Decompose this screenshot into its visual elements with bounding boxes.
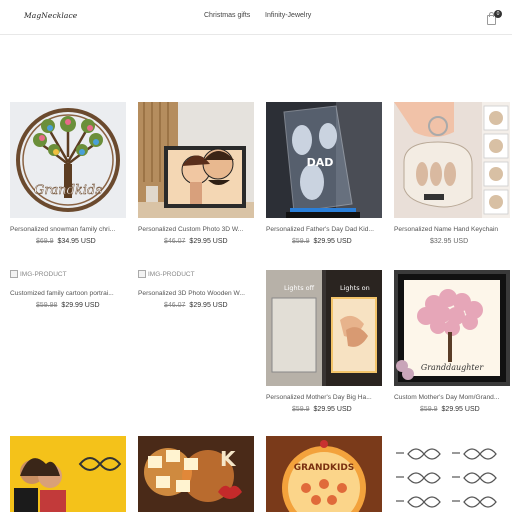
broken-product-image[interactable]: IMG-PRODUCT [10, 270, 67, 278]
site-logo[interactable]: MagNecklace [24, 11, 77, 20]
product-price: $32.95 USD [394, 238, 468, 245]
lights-on-label: Lights on [340, 284, 370, 292]
product-image[interactable]: K [138, 436, 254, 512]
broken-product-image[interactable]: IMG-PRODUCT [138, 270, 195, 278]
grandkids-ornament-text: GRANDKIDS [294, 463, 355, 473]
sale-price: $34.95 USD [57, 238, 96, 245]
sale-price: $29.99 USD [61, 302, 100, 309]
sale-price: $29.95 USD [441, 406, 480, 413]
old-price: $46.07 [164, 302, 186, 309]
old-price: $46.07 [164, 238, 186, 245]
sale-price: $29.95 USD [189, 302, 228, 309]
product-price: $46.07 $29.95 USD [138, 302, 228, 309]
product-price: $59.9 $29.95 USD [266, 406, 352, 413]
product-title[interactable]: Customized family cartoon portrai... [10, 290, 128, 297]
product-price: $69.9 $34.95 USD [10, 238, 96, 245]
product-image[interactable] [138, 102, 254, 218]
old-price: $59.98 [36, 302, 58, 309]
sale-price: $32.95 USD [430, 238, 469, 245]
product-image[interactable]: DAD [266, 102, 382, 218]
product-price: $59.9 $29.95 USD [394, 406, 480, 413]
product-image[interactable] [394, 436, 510, 512]
sale-price: $29.95 USD [313, 238, 352, 245]
nav-infinity-jewelry[interactable]: Infinity-Jewelry [265, 12, 311, 19]
product-title[interactable]: Personalized Father's Day Dad Kid... [266, 226, 384, 233]
product-title[interactable]: Personalized Custom Photo 3D W... [138, 226, 256, 233]
product-image[interactable]: Granddaughter [394, 270, 510, 386]
old-price: $59.9 [292, 238, 310, 245]
product-price: $46.07 $29.95 USD [138, 238, 228, 245]
old-price: $59.9 [292, 406, 310, 413]
sale-price: $29.95 USD [189, 238, 228, 245]
product-title[interactable]: Personalized snowman family chri... [10, 226, 128, 233]
dad-text: DAD [307, 156, 334, 169]
nav-christmas-gifts[interactable]: Christmas gifts [204, 12, 250, 19]
product-title[interactable]: Custom Mother's Day Mom/Grand... [394, 394, 512, 401]
svg-text:K: K [220, 447, 237, 471]
product-image[interactable] [10, 436, 126, 512]
product-title[interactable]: Personalized Mother's Day Big Ha... [266, 394, 384, 401]
granddaughter-text: Granddaughter [421, 363, 485, 372]
product-image[interactable]: Grandkids [10, 102, 126, 218]
site-header: MagNecklace Christmas gifts Infinity-Jew… [0, 0, 512, 35]
cart-count-badge: 0 [494, 10, 502, 18]
product-image[interactable] [394, 102, 510, 218]
grandkids-text: Grandkids [34, 183, 102, 198]
sale-price: $29.95 USD [313, 406, 352, 413]
product-title[interactable]: Personalized 3D Photo Wooden W... [138, 290, 256, 297]
product-image[interactable]: GRANDKIDS [266, 436, 382, 512]
lights-off-label: Lights off [284, 284, 315, 292]
product-price: $59.9 $29.95 USD [266, 238, 352, 245]
old-price: $59.9 [420, 406, 438, 413]
product-price: $59.98 $29.99 USD [10, 302, 100, 309]
product-image[interactable]: Lights off Lights on [266, 270, 382, 386]
old-price: $69.9 [36, 238, 54, 245]
product-title[interactable]: Personalized Name Hand Keychain [394, 226, 512, 233]
